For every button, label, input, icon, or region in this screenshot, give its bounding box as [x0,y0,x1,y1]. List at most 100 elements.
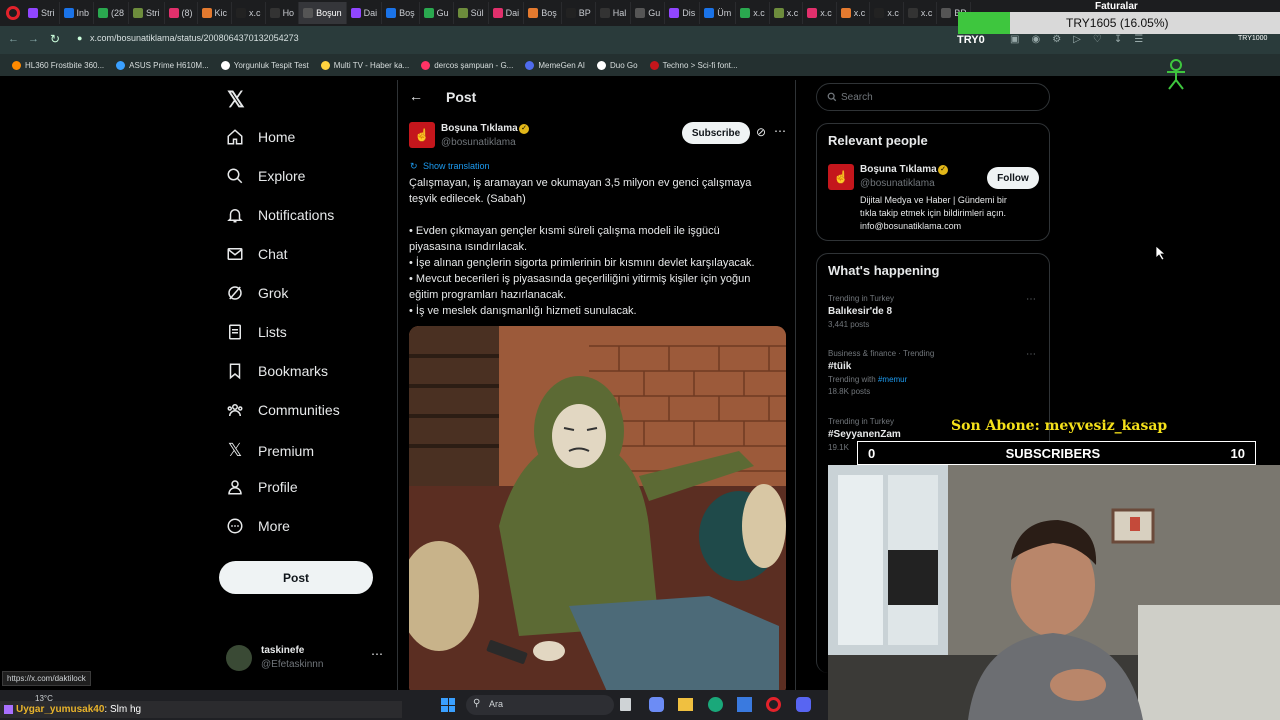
browser-tab[interactable]: x.c [870,2,904,24]
person-avatar[interactable]: ☝ [828,164,854,190]
url-text[interactable]: x.com/bosunatiklama/status/2008064370132… [90,33,299,43]
browser-tab[interactable]: Ho [266,2,300,24]
browser-tab[interactable]: BP [562,2,596,24]
copilot-icon[interactable] [649,697,664,712]
browser-tab[interactable]: Hal [596,2,632,24]
post-text-line: • İş ve meslek danışmanlığı hizmeti sunu… [409,305,637,317]
browser-tab[interactable]: Gu [420,2,454,24]
tab-label: x.c [887,8,899,18]
translate-icon: ↻ [410,161,418,171]
x-logo-icon[interactable]: 𝕏 [227,87,245,113]
browser-tab[interactable]: Stri [129,2,165,24]
browser-tab[interactable]: x.c [803,2,837,24]
nav-chat[interactable]: Chat [226,245,288,263]
browser-tab[interactable]: x.c [232,2,266,24]
more-dots-icon[interactable]: ⋯ [1026,349,1036,360]
subscribe-button[interactable]: Subscribe [682,122,750,144]
taskbar-search[interactable]: ⚲ Ara [466,695,614,715]
browser-tab[interactable]: Kic [198,2,233,24]
browser-tab[interactable]: x.c [770,2,804,24]
opera-icon[interactable] [766,697,781,712]
nav-explore[interactable]: Explore [226,167,305,185]
opera-logo-icon[interactable] [6,6,20,20]
bookmark-favicon-icon [116,60,126,70]
forward-icon[interactable]: → [28,33,39,45]
browser-tab[interactable]: Boş [382,2,420,24]
reload-icon[interactable]: ↻ [50,32,60,46]
nav-home[interactable]: Home [226,128,295,146]
account-switcher[interactable]: taskinefe @Efetaskinnn ⋯ [226,643,391,675]
bookmark-item[interactable]: ASUS Prime H610M... [110,60,215,70]
post-image[interactable] [409,326,786,690]
search-box[interactable]: Search [816,83,1050,111]
author-name[interactable]: Boşuna Tıklama [441,123,518,134]
bookmark-item[interactable]: Duo Go [591,60,644,70]
browser-tab[interactable]: x.c [736,2,770,24]
nav-communities[interactable]: Communities [226,401,340,419]
bookmark-item[interactable]: dercos şampuan - G... [415,60,519,70]
nav-more[interactable]: More [226,517,290,535]
browser-tab[interactable]: Gu [631,2,666,24]
follow-button[interactable]: Follow [987,167,1039,189]
trend-item[interactable]: Trending in Turkey Balıkesir'de 8 3,441 … [828,294,1040,334]
tab-label: x.c [820,8,832,18]
heart-icon[interactable]: ♡ [1093,34,1102,45]
menu-icon[interactable]: ☰ [1134,34,1143,45]
back-icon[interactable]: ← [8,33,19,45]
more-dots-icon[interactable]: ⋯ [774,124,786,138]
more-dots-icon[interactable]: ⋯ [1026,294,1036,305]
screenshot-icon[interactable]: ▣ [1010,34,1019,45]
author-avatar[interactable]: ☝ [409,122,435,148]
browser-tab[interactable]: x.c [904,2,938,24]
store-icon[interactable] [737,697,752,712]
browser-tab[interactable]: Sül [454,2,489,24]
browser-tab[interactable]: Boşun [299,2,347,24]
trend-item[interactable]: Business & finance · Trending #tüik Tren… [828,349,1040,401]
tab-label: x.c [853,8,866,18]
browser-tab[interactable]: Dis [665,2,701,24]
browser-tab[interactable]: Dai [347,2,383,24]
browser-tab[interactable]: Inb [60,2,95,24]
discord-icon[interactable] [796,697,811,712]
back-arrow-icon[interactable]: ← [409,88,423,104]
camera-icon[interactable]: ◉ [1031,34,1040,45]
bookmark-item[interactable]: Techno > Sci-fi font... [644,60,744,70]
browser-tab[interactable]: Üm [700,2,737,24]
bookmark-item[interactable]: HL360 Frostbite 360... [6,60,110,70]
bookmark-label: dercos şampuan - G... [434,60,514,70]
browser-tab[interactable]: Stri [24,2,60,24]
trend-extra: Trending with #memur [828,375,908,384]
bookmark-item[interactable]: Yorgunluk Tespit Test [215,60,315,70]
browser-tab[interactable]: Dai [489,2,525,24]
settings-icon[interactable]: ⚙ [1052,34,1061,45]
nav-premium[interactable]: 𝕏 Premium [226,440,314,461]
windows-start-icon[interactable] [441,698,455,712]
browser-tab[interactable]: (8) [165,2,198,24]
nav-profile[interactable]: Profile [226,478,298,496]
bio-line: info@bosunatiklama.com [860,221,962,231]
play-icon[interactable]: ▷ [1073,34,1081,45]
nav-notifications[interactable]: Notifications [226,206,334,224]
browser-tab[interactable]: (28 [94,2,130,24]
more-dots-icon[interactable]: ⋯ [371,647,383,661]
tab-label: Sül [470,8,484,18]
task-view-icon[interactable] [620,698,631,711]
person-name[interactable]: Boşuna Tıklama [860,164,937,175]
file-explorer-icon[interactable] [678,698,693,711]
show-translation-link[interactable]: Show translation [423,161,490,171]
grok-icon[interactable]: ⊘ [756,125,766,139]
nav-lists[interactable]: Lists [226,323,287,341]
bookmark-item[interactable]: Multi TV - Haber ka... [315,60,415,70]
browser-tab[interactable]: x.c [837,2,871,24]
edge-icon[interactable] [708,697,723,712]
person-handle[interactable]: @bosunatiklama [860,178,935,189]
nav-bookmarks[interactable]: Bookmarks [226,362,328,380]
browser-tab[interactable]: Boş [524,2,562,24]
trend-hashtag-link[interactable]: #memur [878,375,907,384]
post-button[interactable]: Post [219,561,373,594]
download-icon[interactable]: ↧ [1114,34,1122,45]
tab-label: Hal [612,8,627,18]
bookmark-item[interactable]: MemeGen AI [519,60,591,70]
nav-grok[interactable]: Grok [226,284,288,302]
author-handle[interactable]: @bosunatiklama [441,137,516,148]
